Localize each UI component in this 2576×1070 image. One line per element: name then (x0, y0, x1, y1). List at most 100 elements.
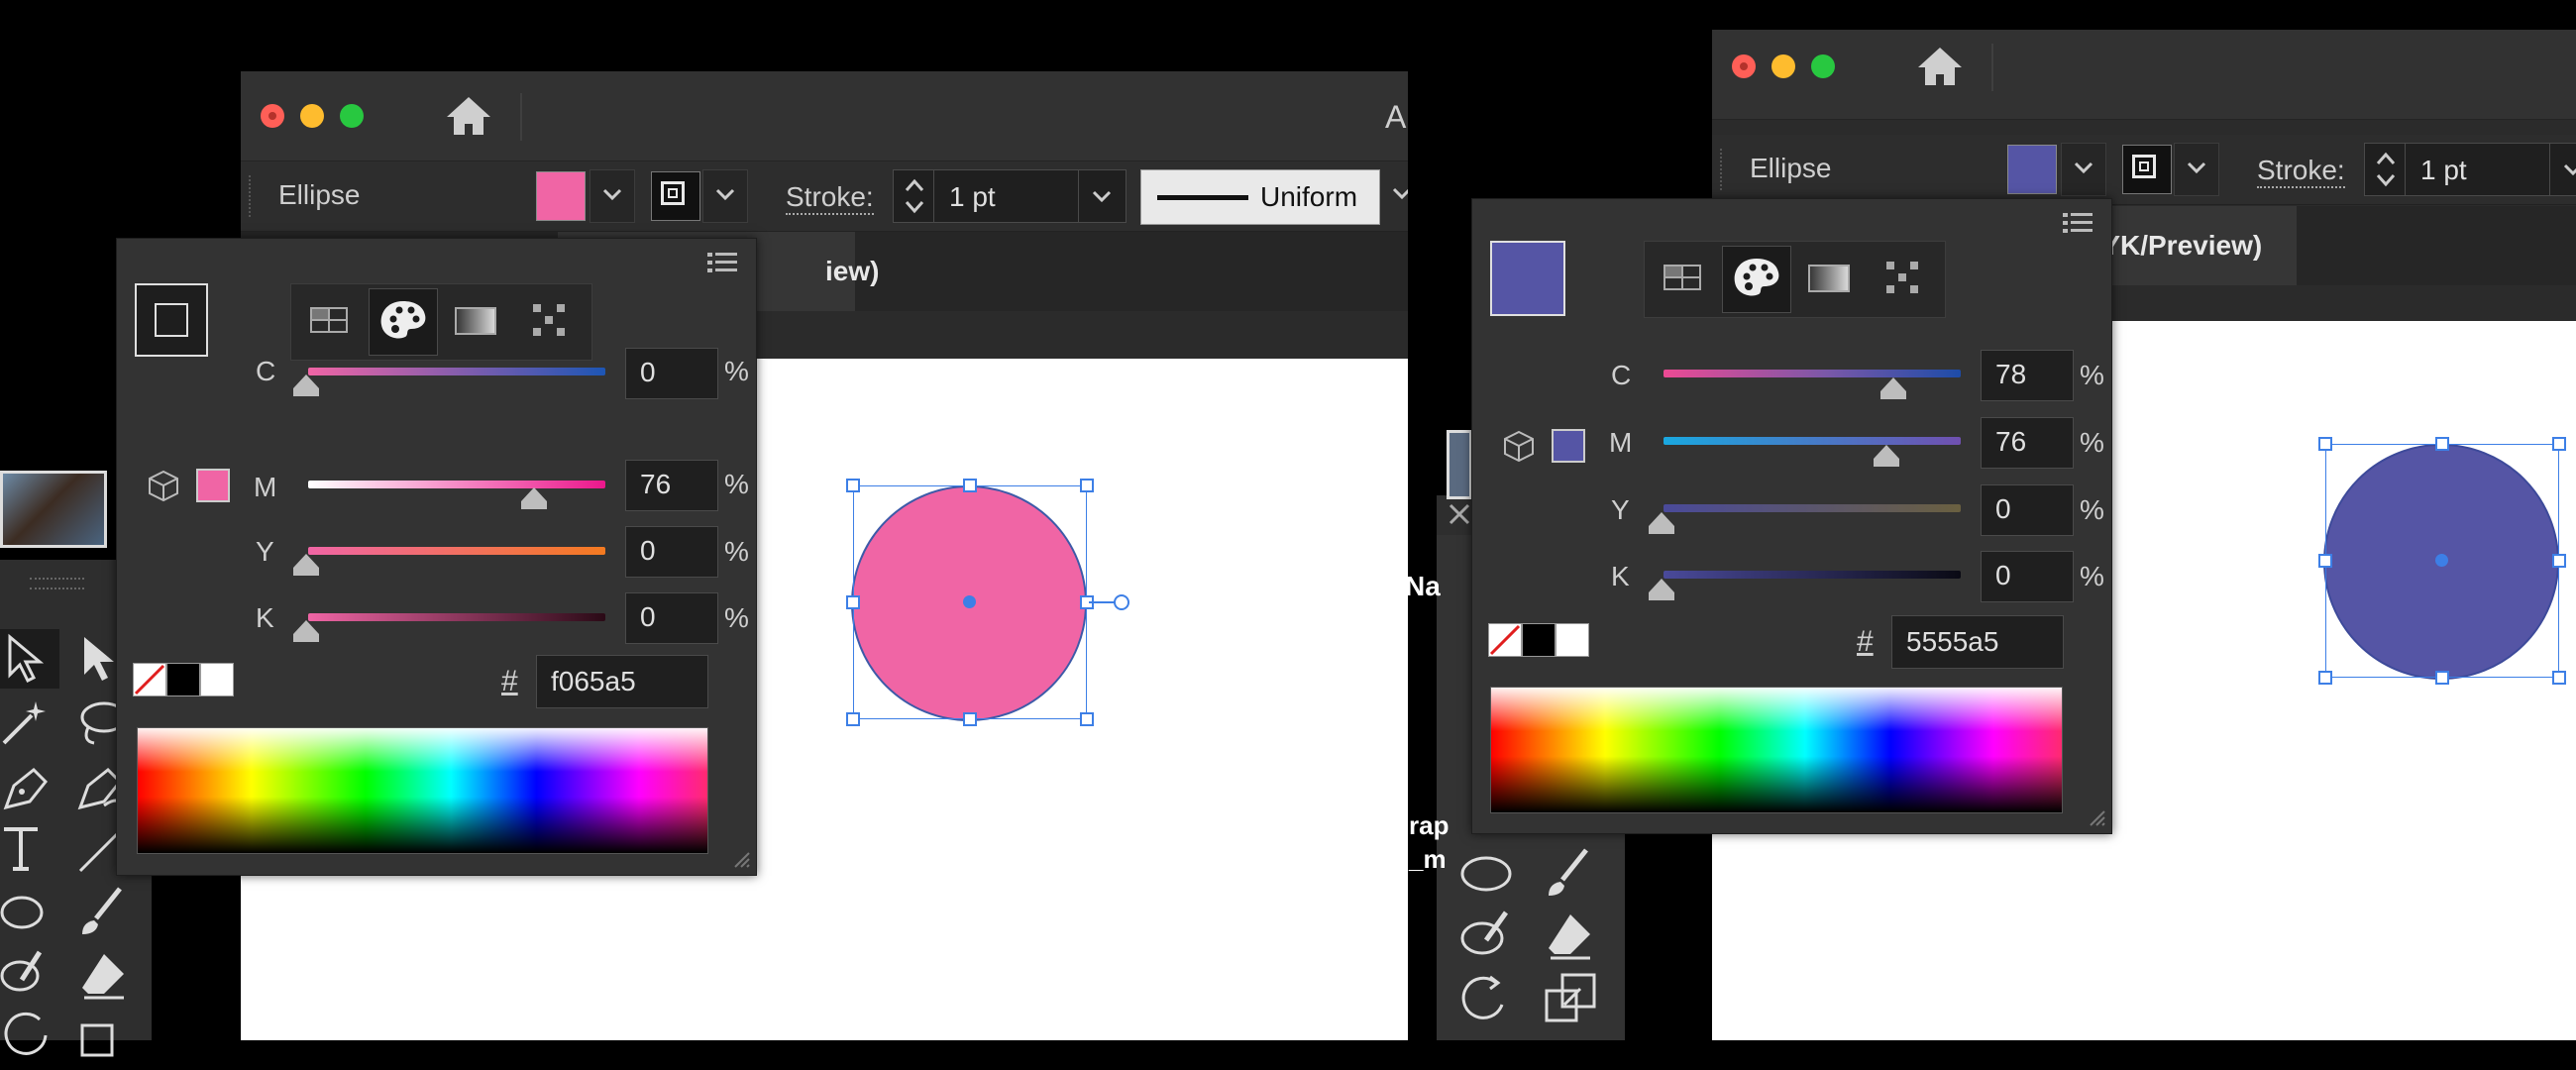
slider-thumb-y[interactable] (293, 554, 319, 576)
rotate-icon[interactable] (0, 1006, 59, 1065)
none-swatch-icon[interactable] (1488, 623, 1522, 657)
chevron-down-icon[interactable] (2563, 163, 2576, 177)
close-icon[interactable] (1445, 499, 1474, 529)
fill-swatch-button[interactable] (2007, 145, 2057, 194)
selection-tool-icon[interactable] (0, 629, 59, 689)
selection-handle[interactable] (2552, 554, 2566, 568)
white-swatch[interactable] (1556, 623, 1589, 657)
stroke-weight-field[interactable]: 1 pt (2364, 143, 2576, 196)
grip-handle[interactable] (249, 175, 255, 217)
blob-brush-icon[interactable] (1456, 907, 1516, 966)
hex-field[interactable]: f065a5 (536, 655, 708, 708)
fill-dropdown[interactable] (2061, 143, 2106, 196)
color-mode-swatches-icon[interactable] (295, 288, 363, 354)
selection-handle[interactable] (1080, 712, 1094, 726)
slider-thumb-k[interactable] (1649, 579, 1674, 600)
magic-wand-icon[interactable] (0, 694, 59, 753)
selection-handle[interactable] (846, 595, 860, 609)
fill-stroke-proxy[interactable] (1490, 241, 1565, 316)
color-mode-gradient-icon[interactable] (1795, 246, 1863, 311)
none-swatch-icon[interactable] (133, 663, 166, 696)
tools-grip[interactable] (30, 578, 84, 589)
zoom-window-button[interactable] (1811, 54, 1835, 78)
slider-track-y[interactable] (1664, 504, 1961, 512)
selection-handle[interactable] (846, 479, 860, 492)
stroke-profile-dropdown[interactable]: Uniform (1140, 169, 1380, 225)
color-mode-swatches-icon[interactable] (1649, 246, 1716, 311)
slider-track-k[interactable] (308, 613, 605, 621)
close-window-button[interactable] (1732, 54, 1756, 78)
value-field-k[interactable]: 0 (1981, 551, 2074, 602)
fill-stroke-proxy[interactable] (135, 283, 208, 357)
resize-grip-icon[interactable] (731, 849, 751, 869)
color-mode-pattern-icon[interactable] (1869, 246, 1936, 311)
close-window-button[interactable] (261, 104, 284, 128)
ellipse-tool-icon[interactable] (1456, 844, 1516, 904)
value-field-m[interactable]: 76 (1981, 417, 2074, 469)
selection-handle[interactable] (2318, 437, 2332, 451)
eraser-icon[interactable] (1541, 907, 1600, 966)
gamut-color-swatch[interactable] (1552, 429, 1585, 463)
grip-handle[interactable] (1720, 149, 1726, 190)
selection-handle[interactable] (963, 479, 977, 492)
selection-handle[interactable] (2552, 437, 2566, 451)
selection-handle[interactable] (2552, 671, 2566, 685)
value-field-k[interactable]: 0 (625, 592, 718, 644)
selection-handle[interactable] (2318, 671, 2332, 685)
selection-handle[interactable] (1080, 479, 1094, 492)
color-spectrum[interactable] (1490, 687, 2063, 813)
color-spectrum[interactable] (137, 727, 708, 854)
selection-handle[interactable] (2318, 554, 2332, 568)
corner-widget-handle[interactable] (1114, 594, 1129, 610)
value-field-y[interactable]: 0 (1981, 484, 2074, 536)
slider-track-y[interactable] (308, 547, 605, 555)
slider-thumb-y[interactable] (1649, 512, 1674, 534)
type-icon[interactable] (0, 819, 59, 879)
selection-handle[interactable] (846, 712, 860, 726)
slider-thumb-c[interactable] (1880, 377, 1906, 399)
home-icon[interactable] (439, 91, 498, 141)
slider-track-k[interactable] (1664, 571, 1961, 579)
chevron-down-icon[interactable] (1092, 190, 1112, 204)
stroke-swatch-button[interactable] (651, 171, 700, 221)
fill-swatch-button[interactable] (536, 171, 586, 221)
fill-dropdown[interactable] (590, 169, 635, 223)
corner-widget[interactable] (1089, 601, 1115, 603)
stepper-icon[interactable] (904, 176, 925, 216)
ellipse-tool-icon[interactable] (0, 883, 59, 942)
value-field-y[interactable]: 0 (625, 526, 718, 578)
gamut-color-swatch[interactable] (196, 469, 230, 502)
stroke-weight-field[interactable]: 1 pt (893, 169, 1127, 223)
white-swatch[interactable] (200, 663, 234, 696)
hex-field[interactable]: 5555a5 (1891, 615, 2064, 669)
color-mode-palette-icon[interactable] (369, 288, 438, 356)
eraser-icon[interactable] (74, 946, 134, 1006)
out-of-gamut-cube-icon[interactable] (1502, 429, 1536, 463)
selection-handle[interactable] (963, 712, 977, 726)
stroke-dropdown[interactable] (702, 169, 748, 223)
slider-thumb-k[interactable] (293, 620, 319, 642)
stepper-icon[interactable] (2375, 150, 2397, 189)
paintbrush-icon[interactable] (74, 883, 134, 942)
home-icon[interactable] (1910, 42, 1970, 91)
color-mode-pattern-icon[interactable] (515, 288, 583, 354)
slider-thumb-m[interactable] (1874, 445, 1899, 467)
resize-grip-icon[interactable] (2087, 807, 2106, 827)
selection-handle[interactable] (2435, 671, 2449, 685)
color-mode-gradient-icon[interactable] (442, 288, 509, 354)
zoom-window-button[interactable] (340, 104, 364, 128)
panel-menu-icon[interactable] (707, 251, 737, 274)
black-swatch[interactable] (1522, 623, 1556, 657)
paintbrush-icon[interactable] (1541, 844, 1600, 904)
rotate-icon[interactable] (1456, 969, 1516, 1028)
slider-track-m[interactable] (308, 481, 605, 488)
scale-icon[interactable] (1541, 969, 1600, 1028)
minimize-window-button[interactable] (1771, 54, 1795, 78)
profile-chevron[interactable] (1380, 169, 1408, 221)
selection-handle[interactable] (2435, 437, 2449, 451)
value-field-m[interactable]: 76 (625, 460, 718, 511)
minimize-window-button[interactable] (300, 104, 324, 128)
slider-track-c[interactable] (308, 368, 605, 375)
out-of-gamut-cube-icon[interactable] (147, 469, 180, 502)
stroke-swatch-button[interactable] (2122, 145, 2172, 194)
